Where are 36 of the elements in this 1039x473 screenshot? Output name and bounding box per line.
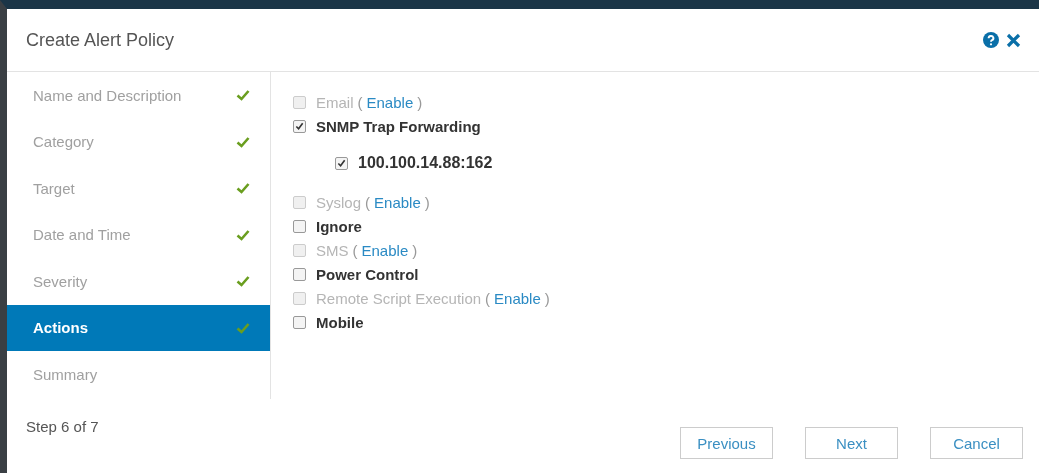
wizard-button[interactable]: Next [805, 427, 898, 459]
paren-text: ( [485, 290, 491, 307]
paren-text: ( [352, 242, 358, 259]
option-label: Power Control [316, 266, 419, 283]
option-label: Remote Script Execution [316, 290, 482, 307]
checkbox[interactable] [293, 120, 306, 133]
option-label: Mobile [316, 314, 364, 331]
paren-text: ) [417, 94, 423, 111]
help-icon[interactable] [983, 32, 999, 48]
checkbox[interactable] [293, 220, 306, 233]
paren-text: ( [365, 194, 371, 211]
step-counter: Step 6 of 7 [26, 418, 99, 437]
option-label: SMS [316, 242, 349, 259]
option-label: Syslog [316, 194, 362, 211]
checkbox[interactable] [293, 316, 306, 329]
checkbox[interactable] [335, 156, 348, 170]
wizard-step[interactable]: Actions [7, 304, 270, 351]
checkbox[interactable] [293, 268, 306, 281]
paren-text: ( [357, 94, 363, 111]
option-label: Email [316, 94, 354, 111]
paren-text: ) [544, 290, 550, 307]
wizard-button[interactable]: Previous [680, 427, 773, 459]
wizard-step[interactable]: Date and Time [7, 211, 270, 258]
close-icon[interactable] [1006, 32, 1021, 48]
paren-text: ) [412, 242, 418, 259]
wizard-step[interactable]: Name and Description [7, 72, 270, 119]
wizard-step[interactable]: Category [7, 118, 270, 165]
option-label: 100.100.14.88:162 [358, 154, 493, 172]
option-label: SNMP Trap Forwarding [316, 118, 481, 135]
wizard-step[interactable]: Summary [7, 351, 270, 398]
wizard-step[interactable]: Target [7, 165, 270, 212]
dialog-title: Create Alert Policy [26, 29, 175, 51]
wizard-button[interactable]: Cancel [930, 427, 1023, 459]
paren-text: ) [424, 194, 430, 211]
wizard-step[interactable]: Severity [7, 258, 270, 305]
option-label: Ignore [316, 218, 362, 235]
